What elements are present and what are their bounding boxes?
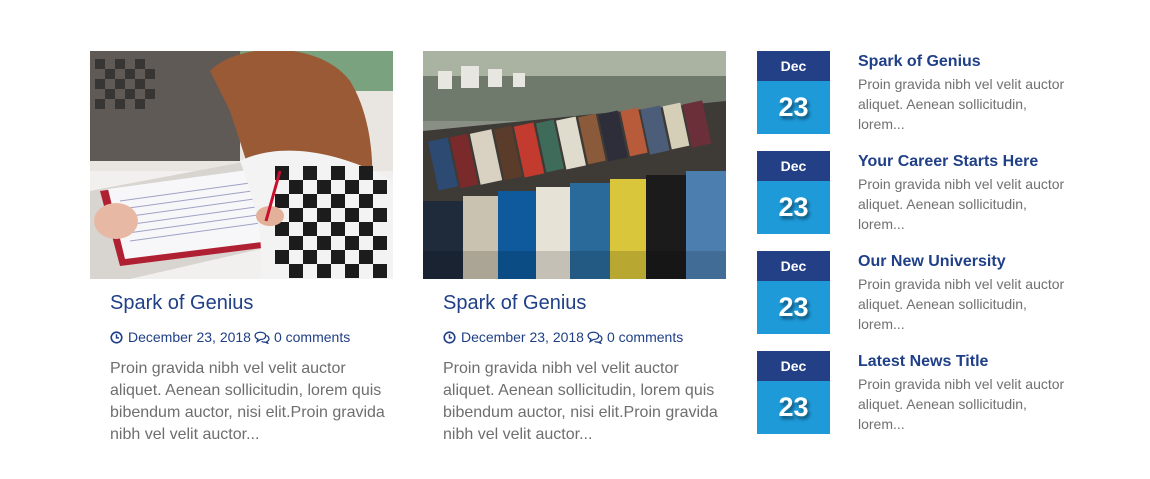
post-title[interactable]: Spark of Genius <box>443 291 718 315</box>
post-meta: December 23, 2018 0 comments <box>110 328 385 346</box>
date-badge: Dec 23 <box>757 51 830 134</box>
post-thumbnail-student-writing[interactable] <box>90 51 393 279</box>
clock-icon <box>443 330 456 344</box>
news-item: Dec 23 Latest News Title Proin gravida n… <box>757 351 1077 435</box>
news-excerpt: Proin gravida nibh vel velit auctor aliq… <box>858 376 1065 432</box>
post-date[interactable]: December 23, 2018 <box>461 328 584 346</box>
date-month: Dec <box>757 151 830 181</box>
date-day: 23 <box>757 81 830 134</box>
date-month: Dec <box>757 351 830 381</box>
news-title[interactable]: Latest News Title <box>858 352 1073 372</box>
post-excerpt: Proin gravida nibh vel velit auctor aliq… <box>110 360 385 443</box>
date-badge: Dec 23 <box>757 251 830 334</box>
post-title[interactable]: Spark of Genius <box>110 291 385 315</box>
date-badge: Dec 23 <box>757 351 830 434</box>
post-comments-link[interactable]: 0 comments <box>274 328 350 346</box>
news-excerpt: Proin gravida nibh vel velit auctor aliq… <box>858 276 1065 332</box>
news-title[interactable]: Our New University <box>858 252 1073 272</box>
news-item: Dec 23 Your Career Starts Here Proin gra… <box>757 151 1077 235</box>
date-day: 23 <box>757 181 830 234</box>
date-month: Dec <box>757 251 830 281</box>
clock-icon <box>110 330 123 344</box>
post-excerpt: Proin gravida nibh vel velit auctor aliq… <box>443 360 718 443</box>
news-excerpt: Proin gravida nibh vel velit auctor aliq… <box>858 76 1065 132</box>
post-card: Spark of Genius December 23, 2018 0 comm… <box>90 51 393 446</box>
bookstall-image <box>423 51 726 279</box>
date-badge: Dec 23 <box>757 151 830 234</box>
news-title[interactable]: Your Career Starts Here <box>858 152 1073 172</box>
post-card: Spark of Genius December 23, 2018 0 comm… <box>423 51 726 446</box>
comments-icon <box>254 331 270 344</box>
post-comments-link[interactable]: 0 comments <box>607 328 683 346</box>
post-meta: December 23, 2018 0 comments <box>443 328 718 346</box>
date-day: 23 <box>757 281 830 334</box>
news-title[interactable]: Spark of Genius <box>858 52 1073 72</box>
date-month: Dec <box>757 51 830 81</box>
news-item: Dec 23 Spark of Genius Proin gravida nib… <box>757 51 1077 135</box>
news-excerpt: Proin gravida nibh vel velit auctor aliq… <box>858 176 1065 232</box>
comments-icon <box>587 331 603 344</box>
date-day: 23 <box>757 381 830 434</box>
post-thumbnail-bookstall[interactable] <box>423 51 726 279</box>
news-item: Dec 23 Our New University Proin gravida … <box>757 251 1077 335</box>
student-writing-image <box>90 51 393 279</box>
post-date[interactable]: December 23, 2018 <box>128 328 251 346</box>
